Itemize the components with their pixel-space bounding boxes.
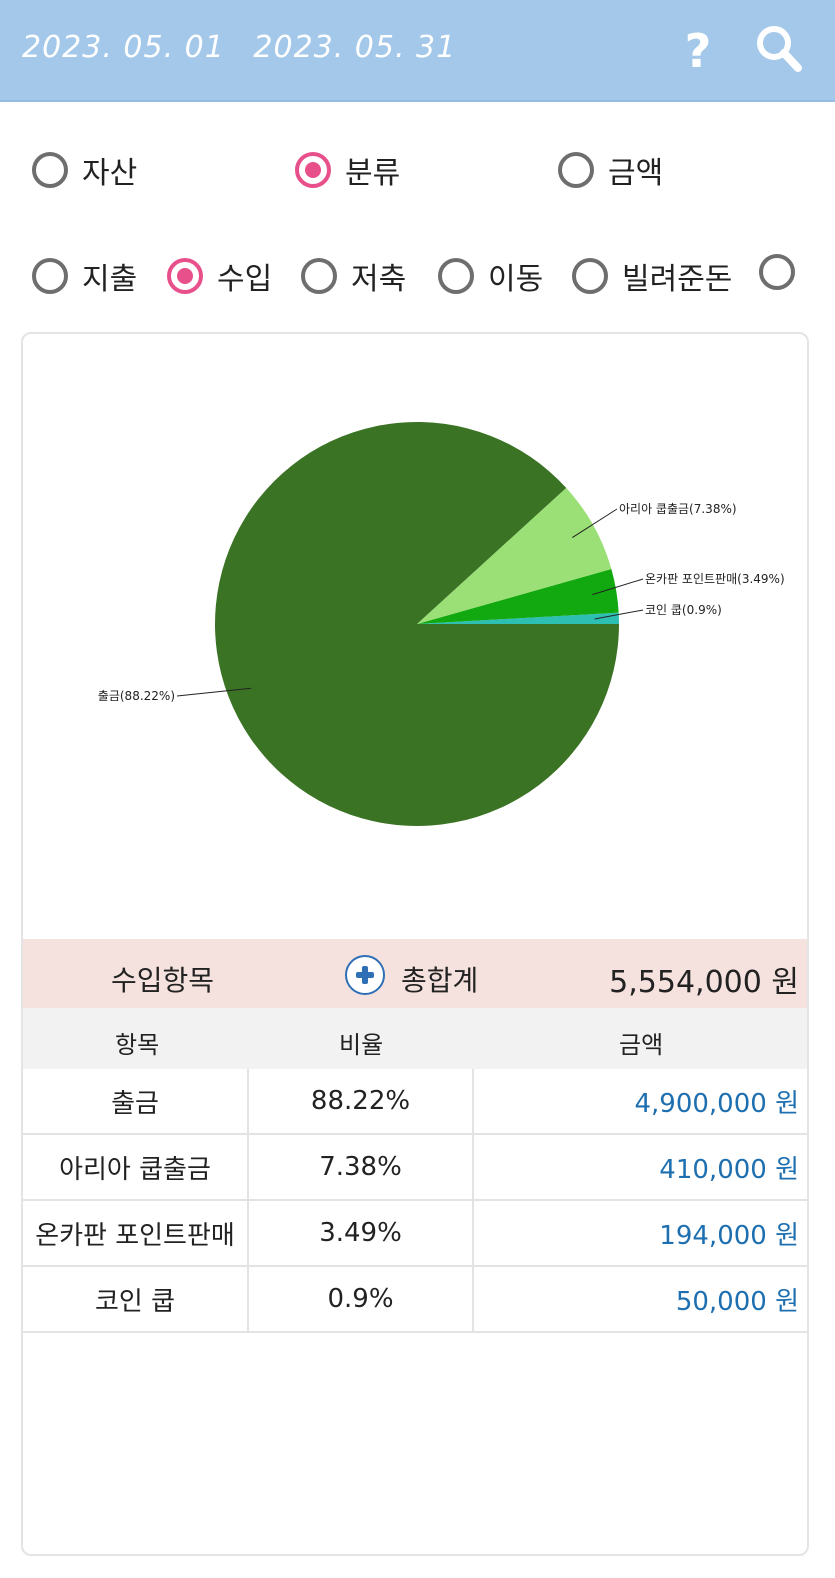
svg-text:?: ? <box>685 24 712 76</box>
pie-chart-svg: 코인 쿱(0.9%) 온카판 포인트판매(3.49%) 아리아 쿱출금(7.38%)… <box>98 422 785 827</box>
radio-circle[interactable] <box>558 152 594 188</box>
start-date[interactable]: 2023. 05. 01 <box>22 30 225 65</box>
radio-circle[interactable] <box>301 258 337 294</box>
pie-slice[interactable] <box>214 422 619 827</box>
slice-label: 출금(88.22%) <box>98 689 175 703</box>
add-circle-icon[interactable] <box>345 955 385 995</box>
table-header: 항목 비율 금액 <box>23 1008 807 1069</box>
radio-lent-money[interactable]: 빌려준돈 <box>572 254 732 298</box>
cell-amount: 4,900,000 원 <box>634 1088 799 1119</box>
cell-amount: 50,000 원 <box>675 1286 799 1317</box>
cell-item: 온카판 포인트판매 <box>23 1201 249 1265</box>
radio-circle[interactable] <box>572 258 608 294</box>
cell-item: 코인 쿱 <box>23 1267 249 1331</box>
cell-ratio: 88.22% <box>249 1069 474 1133</box>
cell-ratio: 3.49% <box>249 1201 474 1265</box>
pie-chart: 코인 쿱(0.9%) 온카판 포인트판매(3.49%) 아리아 쿱출금(7.38%)… <box>23 334 807 939</box>
column-header-amount: 금액 <box>619 1031 664 1059</box>
slice-label: 코인 쿱(0.9%) <box>645 603 722 617</box>
cell-item: 아리아 쿱출금 <box>23 1135 249 1199</box>
radio-amount[interactable]: 금액 <box>558 148 663 192</box>
radio-income[interactable]: 수입 <box>167 254 272 298</box>
slice-label: 온카판 포인트판매(3.49%) <box>645 572 785 586</box>
radio-label: 저축 <box>351 262 407 297</box>
radio-circle[interactable] <box>32 258 68 294</box>
radio-circle[interactable] <box>759 254 795 290</box>
table-row[interactable]: 코인 쿱 0.9% 50,000 원 <box>23 1267 807 1333</box>
radio-transfer[interactable]: 이동 <box>438 254 543 298</box>
radio-circle[interactable] <box>295 152 331 188</box>
summary-bar: 수입항목 총합계 5,554,000 원 <box>23 939 807 1008</box>
radio-label: 분류 <box>345 156 401 191</box>
end-date[interactable]: 2023. 05. 31 <box>253 30 456 65</box>
date-range[interactable]: 2023. 05. 01 2023. 05. 31 <box>22 30 474 65</box>
radio-category[interactable]: 분류 <box>295 148 400 192</box>
cell-ratio: 7.38% <box>249 1135 474 1199</box>
report-card: 코인 쿱(0.9%) 온카판 포인트판매(3.49%) 아리아 쿱출금(7.38%)… <box>21 332 809 1556</box>
slice-label: 아리아 쿱출금(7.38%) <box>619 502 737 516</box>
radio-label: 빌려준돈 <box>622 262 733 297</box>
radio-circle[interactable] <box>167 258 203 294</box>
radio-savings[interactable]: 저축 <box>301 254 406 298</box>
table-row[interactable]: 출금 88.22% 4,900,000 원 <box>23 1069 807 1135</box>
cell-amount: 194,000 원 <box>659 1220 799 1251</box>
summary-title: 수입항목 <box>111 964 215 997</box>
column-header-ratio: 비율 <box>339 1031 384 1059</box>
table-row[interactable]: 온카판 포인트판매 3.49% 194,000 원 <box>23 1201 807 1267</box>
radio-label: 수입 <box>217 262 273 297</box>
cell-item: 출금 <box>23 1069 249 1133</box>
radio-label: 금액 <box>608 156 664 191</box>
radio-circle[interactable] <box>438 258 474 294</box>
help-icon[interactable]: ? <box>671 22 725 78</box>
radio-more[interactable] <box>759 254 795 290</box>
total-value: 5,554,000 원 <box>609 965 799 1000</box>
radio-label: 이동 <box>488 262 544 297</box>
radio-expense[interactable]: 지출 <box>32 254 137 298</box>
radio-asset[interactable]: 자산 <box>32 148 137 192</box>
radio-label: 지출 <box>82 262 138 297</box>
cell-amount: 410,000 원 <box>659 1154 799 1185</box>
top-bar: 2023. 05. 01 2023. 05. 31 ? <box>0 0 835 102</box>
radio-circle[interactable] <box>32 152 68 188</box>
table-row[interactable]: 아리아 쿱출금 7.38% 410,000 원 <box>23 1135 807 1201</box>
total-label: 총합계 <box>401 964 479 997</box>
column-header-item: 항목 <box>115 1031 160 1059</box>
search-icon[interactable] <box>752 22 806 76</box>
cell-ratio: 0.9% <box>249 1267 474 1331</box>
radio-label: 자산 <box>82 156 138 191</box>
